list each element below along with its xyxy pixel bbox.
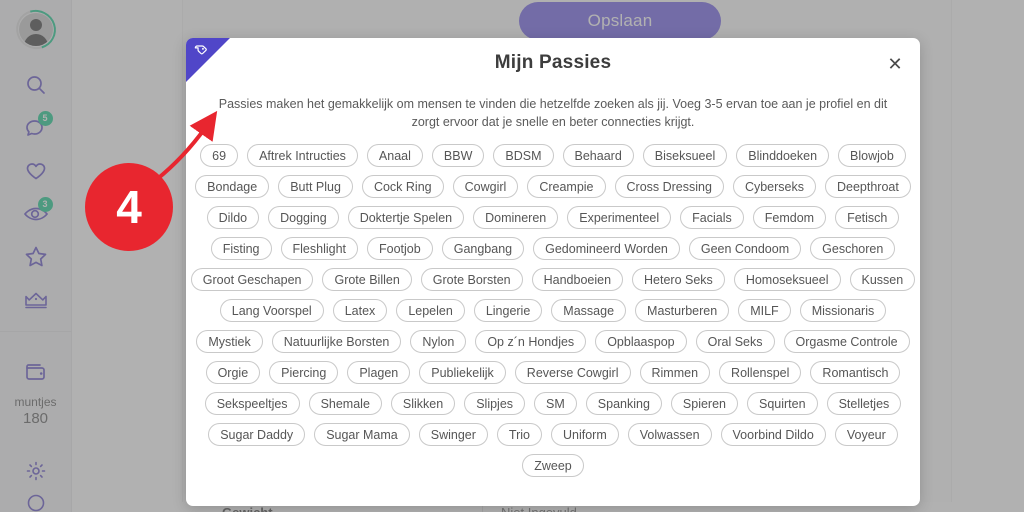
passions-modal: Mijn Passies ✕ Passies maken het gemakke…	[186, 38, 920, 506]
passion-tag[interactable]: Grote Billen	[322, 268, 412, 291]
passion-tag[interactable]: Rollenspel	[719, 361, 802, 384]
passion-tag[interactable]: BBW	[431, 144, 485, 167]
passion-tag[interactable]: Facials	[680, 206, 744, 229]
passion-tag[interactable]: Footjob	[367, 237, 433, 260]
passion-tag[interactable]: Homoseksueel	[733, 268, 841, 291]
passion-tag[interactable]: Lepelen	[396, 299, 465, 322]
screen-root: Opslaan Gewicht Niet Ingevuld ...	[0, 0, 1024, 512]
passion-tag-row: Groot Geschapen Grote Billen Grote Borsten…	[190, 268, 916, 291]
passion-tag-row: Fisting Fleshlight Footjob Gangbang Gedomine…	[200, 237, 906, 260]
passion-tag[interactable]: Fleshlight	[280, 237, 359, 260]
passion-tag[interactable]: Butt Plug	[278, 175, 353, 198]
passion-tag[interactable]: Gangbang	[441, 237, 525, 260]
passion-tag[interactable]: Gedomineerd Worden	[533, 237, 680, 260]
passion-tag[interactable]: Sekspeeltjes	[204, 392, 300, 415]
passion-tag[interactable]: Orgasme Controle	[783, 330, 910, 353]
passion-tag[interactable]: Squirten	[747, 392, 818, 415]
passion-tag[interactable]: Publiekelijk	[419, 361, 506, 384]
modal-description: Passies maken het gemakkelijk om mensen …	[218, 97, 888, 130]
passion-tag[interactable]: Aftrek Intructies	[247, 144, 358, 167]
passion-tag[interactable]: Massage	[551, 299, 627, 322]
passion-tag[interactable]: Spieren	[670, 392, 738, 415]
passion-tag[interactable]: Dogging	[268, 206, 339, 229]
passion-tag[interactable]: Romantisch	[810, 361, 901, 384]
passion-tag[interactable]: Voyeur	[834, 423, 898, 446]
passion-tag[interactable]: Bondage	[195, 175, 270, 198]
passion-tag[interactable]: Blinddoeken	[736, 144, 830, 167]
passion-tag[interactable]: Cross Dressing	[614, 175, 724, 198]
passion-tag[interactable]: Femdom	[752, 206, 827, 229]
passion-tag-row: Sekspeeltjes Shemale Slikken Slipjes SM Spank…	[200, 392, 906, 415]
passion-tag[interactable]: Behaard	[562, 144, 634, 167]
annotation-step-marker: 4	[85, 163, 173, 251]
passion-tag[interactable]: Natuurlijke Borsten	[271, 330, 402, 353]
passion-tag[interactable]: Kussen	[849, 268, 916, 291]
passion-tag[interactable]: Cowgirl	[452, 175, 519, 198]
passion-tag[interactable]: Cock Ring	[361, 175, 444, 198]
passion-tag[interactable]: Missionaris	[799, 299, 887, 322]
passion-tag[interactable]: Piercing	[269, 361, 339, 384]
passion-tag[interactable]: Masturberen	[635, 299, 730, 322]
passion-tag[interactable]: Slikken	[390, 392, 456, 415]
passion-tag-row: Orgie Piercing Plagen Publiekelijk Reverse C…	[200, 361, 906, 384]
passion-tag[interactable]: Trio	[496, 423, 542, 446]
passion-tag[interactable]: Lang Voorspel	[219, 299, 324, 322]
passion-tag[interactable]: Rimmen	[639, 361, 711, 384]
passion-tag[interactable]: Geschoren	[810, 237, 896, 260]
passion-tag[interactable]: Sugar Daddy	[208, 423, 306, 446]
passion-tag-row: Bondage Butt Plug Cock Ring Cowgirl Creampie…	[195, 175, 911, 198]
passion-tag[interactable]: Grote Borsten	[420, 268, 523, 291]
passion-tag[interactable]: SM	[534, 392, 577, 415]
passion-tag[interactable]: Op z´n Hondjes	[475, 330, 587, 353]
passion-tag[interactable]: Groot Geschapen	[190, 268, 314, 291]
passion-tag[interactable]: Domineren	[473, 206, 559, 229]
passion-tag[interactable]: Latex	[332, 299, 388, 322]
passion-tag-row: Mystiek Natuurlijke Borsten Nylon Op z´n Ho…	[196, 330, 910, 353]
passion-tag[interactable]: Creampie	[527, 175, 606, 198]
passion-tag[interactable]: Sugar Mama	[314, 423, 410, 446]
passion-tag[interactable]: Fetisch	[835, 206, 900, 229]
passion-tag[interactable]: Plagen	[347, 361, 411, 384]
passion-tag-list: 69 Aftrek Intructies Anaal BBW BDSM Behaard Bi…	[190, 144, 916, 498]
passion-tag-row: 69 Aftrek Intructies Anaal BBW BDSM Behaard Bi…	[200, 144, 906, 167]
passion-tag[interactable]: Fisting	[210, 237, 272, 260]
passion-tag[interactable]: Stelletjes	[826, 392, 902, 415]
passion-tag[interactable]: Opblaaspop	[595, 330, 687, 353]
passion-tag[interactable]: Nylon	[410, 330, 467, 353]
passion-tag[interactable]: Reverse Cowgirl	[514, 361, 631, 384]
passion-tag[interactable]: Cyberseks	[732, 175, 816, 198]
passion-tag[interactable]: Shemale	[308, 392, 382, 415]
passion-tag[interactable]: Spanking	[585, 392, 662, 415]
passion-tag[interactable]: Slipjes	[464, 392, 526, 415]
passion-tag[interactable]: Lingerie	[473, 299, 543, 322]
passion-tag[interactable]: Blowjob	[838, 144, 906, 167]
passion-tag-row: Sugar Daddy Sugar Mama Swinger Trio Uniform V…	[200, 423, 906, 446]
passion-tag-row: Zweep	[200, 454, 906, 477]
passion-tag[interactable]: Volwassen	[627, 423, 712, 446]
passion-tag[interactable]: Voorbind Dildo	[720, 423, 826, 446]
passion-tag[interactable]: Hetero Seks	[632, 268, 725, 291]
passion-tag[interactable]: Uniform	[551, 423, 619, 446]
passion-tag[interactable]: Swinger	[418, 423, 488, 446]
passion-tag[interactable]: Handboeien	[531, 268, 624, 291]
passion-tag[interactable]: Doktertje Spelen	[347, 206, 465, 229]
passion-tag[interactable]: Anaal	[366, 144, 423, 167]
modal-title: Mijn Passies	[494, 52, 612, 73]
passion-tag[interactable]: Oral Seks	[695, 330, 775, 353]
passion-tag[interactable]: 69	[200, 144, 239, 167]
passion-tag-row: Dildo Dogging Doktertje Spelen Domineren Exp…	[200, 206, 906, 229]
passion-tag[interactable]: BDSM	[493, 144, 554, 167]
passion-tag[interactable]: Biseksueel	[642, 144, 728, 167]
passion-tag[interactable]: Dildo	[206, 206, 260, 229]
passion-tag[interactable]: Geen Condoom	[688, 237, 802, 260]
passion-tag[interactable]: Deepthroat	[824, 175, 911, 198]
passion-tag[interactable]: Orgie	[205, 361, 261, 384]
passion-tag[interactable]: Mystiek	[196, 330, 263, 353]
passion-tag[interactable]: MILF	[738, 299, 791, 322]
passion-tag[interactable]: Experimenteel	[567, 206, 672, 229]
passion-tag[interactable]: Zweep	[522, 454, 584, 477]
passion-tag-row: Lang Voorspel Latex Lepelen Lingerie Massage…	[200, 299, 906, 322]
close-icon[interactable]: ✕	[883, 52, 907, 76]
